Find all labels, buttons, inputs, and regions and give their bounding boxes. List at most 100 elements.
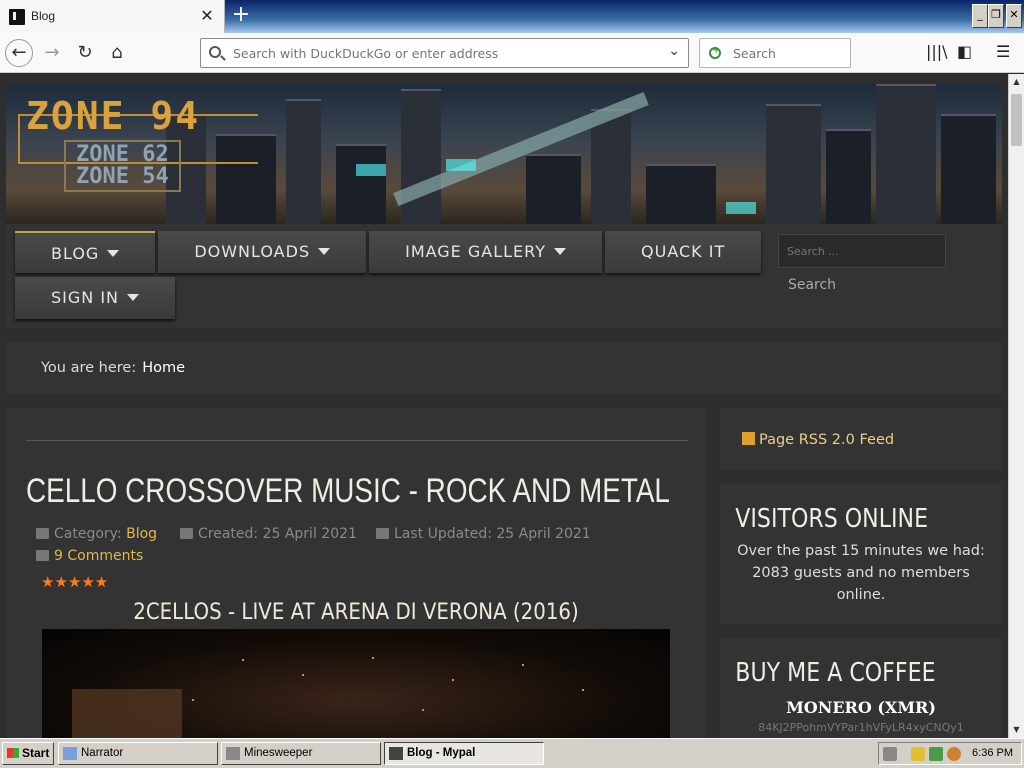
menu-icon[interactable]: ☰ <box>996 42 1010 61</box>
monero-address[interactable]: 84KJ2PPohmVYPar1hVFyLR4xyCNQy1 <box>720 721 1002 734</box>
clock[interactable]: 6:36 PM <box>972 747 1013 759</box>
menu-label: BLOG <box>51 244 100 263</box>
category-label: Category: <box>54 526 122 542</box>
tab-blog[interactable]: Blog ✕ <box>0 0 225 33</box>
task-label: Narrator <box>81 747 124 759</box>
shield-icon[interactable] <box>911 747 925 761</box>
web-page: ZONE 94 ZONE 62 ZONE 54 BLOG DOWNLOADS I… <box>0 74 1008 738</box>
updated-date: Last Updated: 25 April 2021 <box>394 526 591 542</box>
category-link[interactable]: Blog <box>126 526 157 542</box>
scroll-thumb[interactable] <box>1011 94 1022 146</box>
menu-item-downloads[interactable]: DOWNLOADS <box>158 231 367 273</box>
breadcrumb-home[interactable]: Home <box>142 360 185 376</box>
close-window-button[interactable]: ✕ <box>1006 4 1022 28</box>
home-button[interactable]: ⌂ <box>103 39 131 67</box>
visitors-module: VISITORS ONLINE Over the past 15 minutes… <box>720 484 1002 624</box>
keyboard-icon[interactable] <box>883 747 897 761</box>
scroll-down-icon[interactable]: ▼ <box>1009 722 1024 738</box>
comments-link[interactable]: 9 Comments <box>54 548 143 564</box>
close-tab-icon[interactable]: ✕ <box>198 6 216 26</box>
start-button[interactable]: Start <box>2 742 54 765</box>
site-logo[interactable]: ZONE 94 <box>26 94 200 138</box>
search-engine-icon <box>709 45 721 59</box>
page-scrollbar[interactable]: ▲ ▼ <box>1008 74 1024 738</box>
menu-item-image-gallery[interactable]: IMAGE GALLERY <box>369 231 603 273</box>
narrator-icon <box>63 747 77 760</box>
coffee-title: BUY ME A COFFEE <box>735 658 936 688</box>
menu-label: QUACK IT <box>641 242 726 261</box>
folder-icon <box>36 528 49 539</box>
article-title[interactable]: CELLO CROSSOVER MUSIC - ROCK AND METAL <box>26 472 670 511</box>
minesweeper-icon <box>226 747 240 760</box>
address-bar[interactable]: ⌄ <box>200 38 689 68</box>
visitors-title: VISITORS ONLINE <box>735 504 929 534</box>
caret-down-icon <box>318 248 331 255</box>
divider <box>26 440 688 441</box>
browser-search-bar[interactable] <box>699 38 851 68</box>
sidebar-icon[interactable]: ◧ <box>957 42 972 61</box>
site-banner: ZONE 94 ZONE 62 ZONE 54 <box>6 84 1002 224</box>
forward-button[interactable]: → <box>38 39 66 67</box>
network-icon[interactable] <box>929 747 943 761</box>
tab-title: Blog <box>31 9 56 23</box>
comment-icon <box>36 550 49 561</box>
article-category: Category: Blog <box>36 526 157 542</box>
windows-logo-icon <box>7 748 19 758</box>
breadcrumb-prefix: You are here: <box>41 360 137 376</box>
task-label: Blog - Mypal <box>407 747 476 759</box>
video-player[interactable] <box>42 629 670 738</box>
article: CELLO CROSSOVER MUSIC - ROCK AND METAL C… <box>6 408 706 738</box>
created-date: Created: 25 April 2021 <box>198 526 357 542</box>
article-updated: Last Updated: 25 April 2021 <box>376 526 591 542</box>
article-comments: 9 Comments <box>36 548 143 564</box>
caret-down-icon <box>107 250 120 257</box>
logo-sub-1: ZONE 62 <box>76 142 169 167</box>
magnifier-icon[interactable] <box>947 747 961 761</box>
library-icon[interactable]: |||\ <box>926 42 948 61</box>
chevron-down-icon[interactable]: ⌄ <box>668 43 680 59</box>
calendar-icon <box>180 528 193 539</box>
video-title: 2CELLOS - LIVE AT ARENA DI VERONA (2016) <box>133 600 579 625</box>
menu-label: DOWNLOADS <box>194 242 311 261</box>
caret-down-icon <box>554 248 567 255</box>
browser-search-input[interactable] <box>731 45 841 62</box>
site-search-box[interactable] <box>778 234 946 268</box>
rss-link[interactable]: Page RSS 2.0 Feed <box>759 432 894 448</box>
system-tray: 6:36 PM <box>878 742 1022 765</box>
caret-down-icon <box>127 294 140 301</box>
taskbar: Start Narrator Minesweeper Blog - Mypal … <box>0 738 1024 768</box>
calendar-icon <box>376 528 389 539</box>
menu-item-sign-in[interactable]: SIGN IN <box>15 277 176 319</box>
mypal-icon <box>389 747 403 760</box>
rss-icon <box>742 432 755 445</box>
back-button[interactable]: ← <box>5 39 33 67</box>
monero-label: MONERO (XMR) <box>786 698 936 717</box>
restore-button[interactable]: ❐ <box>988 4 1004 28</box>
logo-sub-2: ZONE 54 <box>76 164 169 189</box>
visitors-text: Over the past 15 minutes we had: 2083 gu… <box>737 543 985 603</box>
menu-item-blog[interactable]: BLOG <box>15 231 156 273</box>
scroll-up-icon[interactable]: ▲ <box>1009 74 1024 90</box>
site-search-button[interactable]: Search <box>778 272 846 302</box>
search-icon <box>209 46 221 58</box>
task-label: Minesweeper <box>244 747 313 759</box>
task-minesweeper[interactable]: Minesweeper <box>221 742 381 765</box>
article-created: Created: 25 April 2021 <box>180 526 357 542</box>
url-input[interactable] <box>231 45 651 62</box>
tab-bar: Blog ✕ + _ ❐ ✕ <box>0 0 1024 33</box>
site-search-input[interactable] <box>785 244 935 259</box>
nav-toolbar: ← → ↻ ⌂ ⌄ |||\ ◧ ☰ <box>0 33 1024 73</box>
rating-stars[interactable]: ★★★★★ <box>41 573 108 591</box>
new-tab-button[interactable]: + <box>230 4 252 28</box>
menu-label: SIGN IN <box>51 288 120 307</box>
menu-label: IMAGE GALLERY <box>405 242 547 261</box>
site-logo-sub: ZONE 62 ZONE 54 <box>64 140 181 192</box>
task-blog-mypal[interactable]: Blog - Mypal <box>384 742 544 765</box>
menu-item-quack-it[interactable]: QUACK IT <box>605 231 762 273</box>
task-narrator[interactable]: Narrator <box>58 742 218 765</box>
coffee-module: BUY ME A COFFEE MONERO (XMR) 84KJ2PPohmV… <box>720 638 1002 738</box>
site-favicon-icon <box>9 9 25 25</box>
start-label: Start <box>22 746 50 760</box>
reload-button[interactable]: ↻ <box>71 39 99 67</box>
minimize-button[interactable]: _ <box>972 4 988 28</box>
